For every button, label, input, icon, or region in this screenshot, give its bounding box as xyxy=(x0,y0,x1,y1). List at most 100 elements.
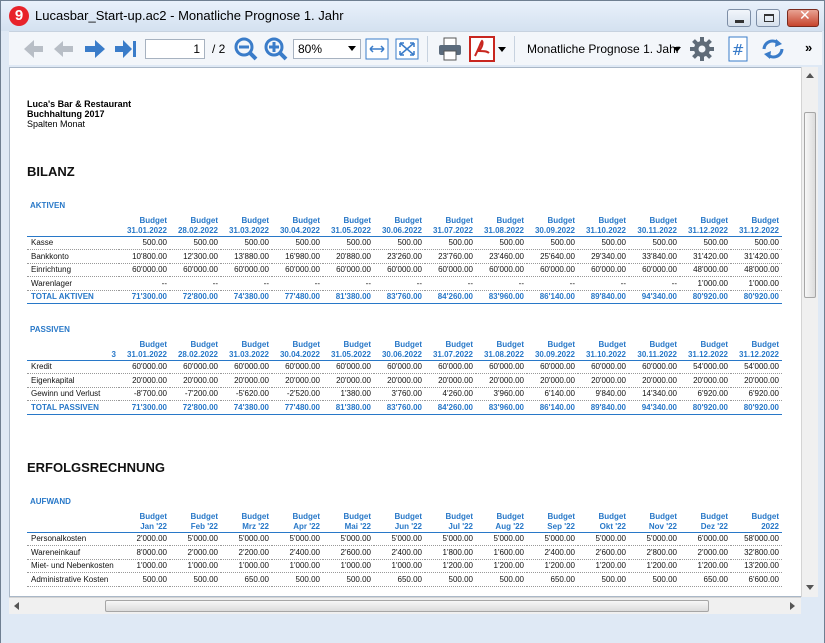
minimize-button[interactable] xyxy=(727,9,751,27)
cell-value: 60'000.00 xyxy=(221,360,272,374)
column-date: 28.02.2022 xyxy=(177,225,218,235)
budget-label: Budget xyxy=(292,511,320,521)
column-date: 30.09.2022 xyxy=(534,349,575,359)
last-page-icon[interactable] xyxy=(113,36,139,62)
total-value: 94'340.00 xyxy=(629,400,680,415)
pdf-options-chevron-icon[interactable] xyxy=(498,47,506,52)
report-select[interactable]: Monatliche Prognose 1. Jahr xyxy=(527,42,680,56)
total-value: 80'920.00 xyxy=(680,400,731,415)
cell-value: 1'200.00 xyxy=(476,559,527,573)
column-date: 31.12.2022 xyxy=(738,225,779,235)
cell-value: 2'400.00 xyxy=(527,545,578,560)
column-date: Sep '22 xyxy=(547,521,575,531)
cell-value: 5'000.00 xyxy=(323,532,374,546)
pdf-export-icon[interactable] xyxy=(469,36,495,62)
column-header: Budget 31.12.2022 xyxy=(680,214,731,237)
cell-value: 20'000.00 xyxy=(680,373,731,388)
print-icon[interactable] xyxy=(437,36,463,62)
zoom-out-icon[interactable] xyxy=(233,36,259,62)
first-page-icon[interactable] xyxy=(21,36,45,62)
cell-value: 48'000.00 xyxy=(680,263,731,277)
cell-value: 60'000.00 xyxy=(170,360,221,374)
column-header: Budget Sep '22 xyxy=(527,510,578,533)
scroll-right-icon[interactable] xyxy=(790,602,795,610)
scroll-down-icon[interactable] xyxy=(806,585,814,590)
cell-value: -- xyxy=(323,276,374,291)
close-button[interactable]: ✕ xyxy=(787,8,819,27)
cell-value: 20'000.00 xyxy=(578,373,629,388)
cell-value: 6'920.00 xyxy=(680,387,731,401)
page-number-input[interactable]: 1 xyxy=(145,39,205,59)
cell-value: 500.00 xyxy=(323,572,374,587)
total-value: 77'480.00 xyxy=(272,290,323,304)
column-header: Budget Apr '22 xyxy=(272,510,323,533)
cell-value: 500.00 xyxy=(629,572,680,587)
budget-label: Budget xyxy=(547,339,575,349)
column-date: 30.04.2022 xyxy=(279,349,320,359)
scroll-up-icon[interactable] xyxy=(806,73,814,78)
gear-icon[interactable] xyxy=(689,36,715,62)
cell-value: 23'760.00 xyxy=(425,249,476,264)
budget-label: Budget xyxy=(139,215,167,225)
column-date: 31.05.2022 xyxy=(330,349,371,359)
cell-value: 31'420.00 xyxy=(680,249,731,264)
column-date: 31.05.2022 xyxy=(330,225,371,235)
vertical-scroll-thumb[interactable] xyxy=(804,112,816,298)
column-date: 30.04.2022 xyxy=(279,225,320,235)
cell-value: 500.00 xyxy=(374,236,425,250)
cell-value: 5'000.00 xyxy=(374,532,425,546)
scroll-left-icon[interactable] xyxy=(14,602,19,610)
toolbar: 1 / 2 80% Monatliche Prognose 1. Jahr # … xyxy=(9,31,822,65)
cell-value: -- xyxy=(221,276,272,291)
total-value: 80'920.00 xyxy=(680,290,731,304)
cell-value: 5'000.00 xyxy=(272,532,323,546)
zoom-select[interactable]: 80% xyxy=(293,39,361,59)
refresh-icon[interactable] xyxy=(759,36,787,62)
column-header: Budget 31.03.2022 xyxy=(221,214,272,237)
title-bar: 9 Lucasbar_Start-up.ac2 - Monatliche Pro… xyxy=(1,1,824,31)
passiven-table: 3 Budget 31.01.2022 Budget 28.02.2022 Budget 3… xyxy=(27,338,782,415)
cell-value: 60'000.00 xyxy=(374,263,425,277)
numbering-icon[interactable]: # xyxy=(727,36,749,62)
cell-value: -7'200.00 xyxy=(170,387,221,401)
horizontal-scrollbar[interactable] xyxy=(9,597,801,614)
maximize-button[interactable] xyxy=(756,9,780,27)
cell-value: 54'000.00 xyxy=(731,360,782,374)
zoom-in-icon[interactable] xyxy=(263,36,289,62)
column-date: Mrz '22 xyxy=(242,521,269,531)
budget-label: Budget xyxy=(190,511,218,521)
row-label: Eigenkapital xyxy=(27,373,119,388)
toolbar-overflow-button[interactable]: » xyxy=(805,40,812,55)
cell-value: 1'380.00 xyxy=(323,387,374,401)
chevron-down-icon[interactable] xyxy=(673,47,681,52)
column-date: 31.12.2022 xyxy=(738,349,779,359)
cell-value: 54'000.00 xyxy=(680,360,731,374)
cell-value: 60'000.00 xyxy=(527,263,578,277)
total-value: 83'960.00 xyxy=(476,290,527,304)
column-date: 31.03.2022 xyxy=(228,225,269,235)
fit-width-icon[interactable] xyxy=(365,36,389,62)
column-date: Okt '22 xyxy=(599,521,626,531)
table-row: Gewinn und Verlust -8'700.00 -7'200.00 -5'6… xyxy=(27,387,782,401)
vertical-scrollbar[interactable] xyxy=(801,67,818,597)
column-date: 31.12.2022 xyxy=(687,349,728,359)
row-label: Personalkosten xyxy=(27,532,119,546)
horizontal-scroll-thumb[interactable] xyxy=(105,600,709,612)
next-page-icon[interactable] xyxy=(83,36,107,62)
total-value: 83'760.00 xyxy=(374,400,425,415)
header-label-cell: 3 xyxy=(27,338,119,361)
cell-value: -- xyxy=(629,276,680,291)
cell-value: 1'200.00 xyxy=(425,559,476,573)
status-bar xyxy=(1,615,824,643)
table-header-row: Budget 31.01.2022 Budget 28.02.2022 Budget 31… xyxy=(27,214,782,237)
previous-page-icon[interactable] xyxy=(51,36,75,62)
cell-value: 60'000.00 xyxy=(476,263,527,277)
column-header: Budget Aug '22 xyxy=(476,510,527,533)
toolbar-separator xyxy=(427,36,428,62)
cell-value: 1'000.00 xyxy=(272,559,323,573)
total-value: 77'480.00 xyxy=(272,400,323,415)
table-row: Bankkonto 10'800.00 12'300.00 13'880.00 16'9… xyxy=(27,249,782,264)
svg-text:#: # xyxy=(732,41,745,59)
fit-page-icon[interactable] xyxy=(395,36,419,62)
column-header: Budget 31.08.2022 xyxy=(476,338,527,361)
